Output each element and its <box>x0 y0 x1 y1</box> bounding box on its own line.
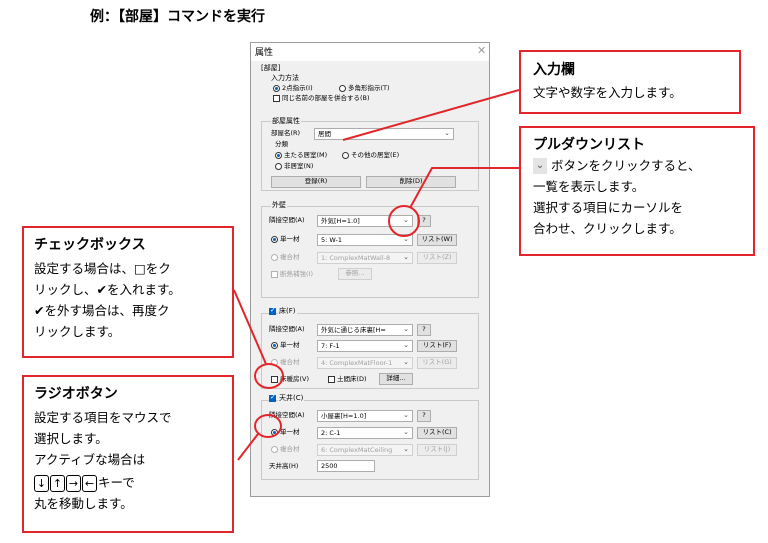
checkbox-callout: チェックボックス 設定する場合は、□をク リックし、✔を入れます。 ✔を外す場合… <box>22 226 234 358</box>
chevron-down-icon: ⌄ <box>533 158 547 174</box>
down-arrow-key-icon: ↓ <box>34 475 49 492</box>
checkbox-callout-title: チェックボックス <box>34 237 146 253</box>
radio-connector <box>237 433 259 461</box>
input-callout-title: 入力欄 <box>533 62 575 78</box>
input-connector <box>342 89 520 141</box>
radio-callout: ラジオボタン 設定する項目をマウスで 選択します。 アクティブな場合は ↓ ↑ → ←… <box>22 375 234 533</box>
pulldown-callout-line3: 選択する項目にカーソルを <box>533 200 684 215</box>
pulldown-callout-line2: 一覧を表示します。 <box>533 179 645 194</box>
radio-callout-line5: 丸を移動します。 <box>34 496 133 511</box>
checkbox-callout-line3: ✔を外す場合は、再度ク <box>34 303 170 318</box>
checkbox-callout-line2: リックし、✔を入れます。 <box>34 282 181 297</box>
up-arrow-key-icon: ↑ <box>50 475 65 492</box>
radio-callout-line1: 設定する項目をマウスで <box>34 410 172 425</box>
radio-callout-title: ラジオボタン <box>34 386 118 402</box>
right-arrow-key-icon: → <box>66 475 81 492</box>
radio-callout-line3: アクティブな場合は <box>34 452 146 467</box>
arrow-keys-row: ↓ ↑ → ← キーで <box>34 472 135 492</box>
radio-callout-line4: キーで <box>98 475 135 490</box>
checkbox-callout-line4: リックします。 <box>34 324 121 339</box>
checkbox-connector <box>233 289 267 365</box>
left-arrow-key-icon: ← <box>82 475 97 492</box>
checkbox-callout-line1: 設定する場合は、□をク <box>34 261 171 276</box>
radio-callout-line2: 選択します。 <box>34 431 108 446</box>
input-field-callout: 入力欄 文字や数字を入力します。 <box>519 50 741 114</box>
input-callout-body: 文字や数字を入力します。 <box>533 85 682 100</box>
pulldown-callout-line1: ボタンをクリックすると、 <box>551 158 701 173</box>
pulldown-connector <box>409 167 519 209</box>
pulldown-callout-line4: 合わせ、クリックします。 <box>533 221 682 236</box>
pulldown-callout-title: プルダウンリスト <box>533 137 645 153</box>
pulldown-callout: プルダウンリスト ⌄ ボタンをクリックすると、 一覧を表示します。 選択する項目… <box>519 126 755 256</box>
